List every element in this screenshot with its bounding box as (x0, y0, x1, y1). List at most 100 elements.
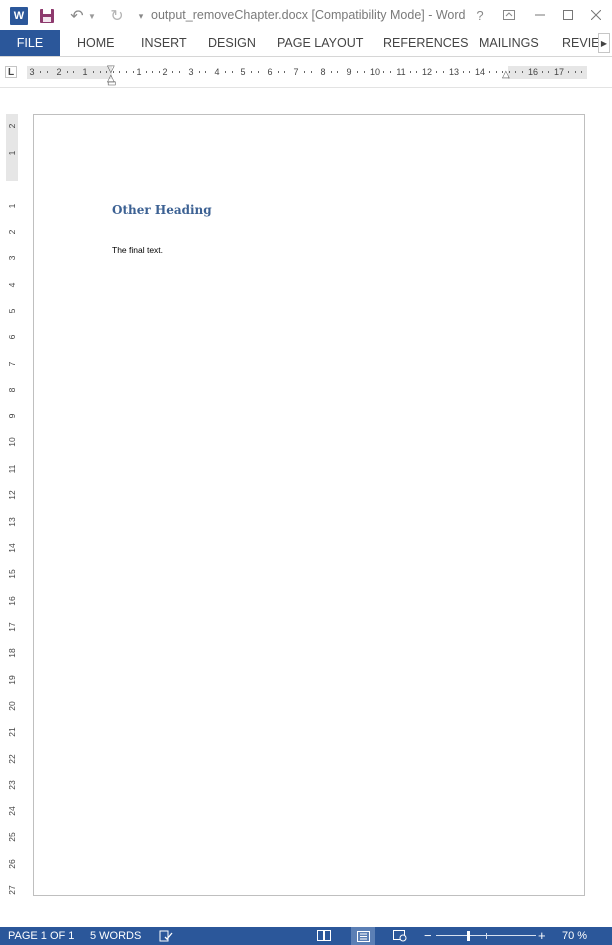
read-mode-icon[interactable] (317, 929, 331, 942)
ruler-tick (284, 71, 286, 73)
tab-file[interactable]: FILE (0, 30, 60, 56)
ruler-number: 10 (369, 67, 381, 77)
ruler-number: 1 (136, 67, 142, 77)
ruler-tick (363, 71, 365, 73)
ruler-number: 3 (7, 255, 17, 261)
redo-icon[interactable]: ↻ (108, 7, 126, 25)
proofing-icon[interactable] (159, 929, 173, 942)
ruler-tick (541, 71, 543, 73)
window-title: output_removeChapter.docx [Compatibility… (151, 8, 466, 22)
ruler-number: 22 (7, 754, 17, 764)
ruler-tick (93, 71, 94, 73)
help-button[interactable]: ? (470, 6, 490, 24)
close-icon[interactable] (586, 6, 606, 24)
undo-dropdown-icon[interactable]: ▼ (88, 7, 96, 25)
ruler-number: 23 (7, 780, 17, 790)
ruler-tick (119, 71, 121, 73)
ruler-tick (258, 71, 259, 73)
print-layout-icon[interactable] (351, 927, 375, 945)
ruler-number: 7 (7, 361, 17, 367)
right-indent-icon[interactable]: △ (502, 69, 510, 80)
ruler-number: 12 (7, 490, 17, 500)
ruler-number: 12 (421, 67, 433, 77)
document-body-text[interactable]: The final text. (112, 245, 163, 255)
ruler-tick (442, 71, 444, 73)
zoom-slider-thumb[interactable] (467, 931, 470, 941)
word-app-icon[interactable]: W (10, 7, 28, 25)
ruler-number: 16 (527, 67, 539, 77)
ruler-number: 26 (7, 859, 17, 869)
ruler-number: 14 (474, 67, 486, 77)
ruler-tick (159, 71, 160, 73)
ruler-tick (277, 71, 279, 73)
page-count[interactable]: PAGE 1 OF 1 (8, 930, 74, 942)
ruler-tick (390, 71, 391, 73)
ruler-tick (462, 71, 464, 73)
ruler-tick (436, 71, 438, 73)
ruler-number: 17 (7, 622, 17, 632)
zoom-level[interactable]: 70 % (562, 930, 587, 942)
zoom-in-button[interactable]: + (538, 928, 546, 943)
tab-references[interactable]: REFERENCES (383, 36, 468, 50)
ruler-tick (574, 71, 576, 73)
ruler-number: 2 (7, 229, 17, 235)
ruler-tick (126, 71, 127, 73)
ruler-tick (469, 71, 471, 73)
ruler-number: 11 (396, 67, 406, 77)
ruler-number: 3 (188, 67, 194, 77)
ruler-tick (225, 71, 226, 73)
tab-home[interactable]: HOME (77, 36, 115, 50)
ruler-number: 13 (7, 517, 17, 527)
zoom-out-button[interactable]: − (424, 928, 432, 943)
ruler-tick (522, 71, 523, 73)
tab-page-layout[interactable]: PAGE LAYOUT (277, 36, 363, 50)
save-icon[interactable] (38, 7, 56, 25)
ruler-number: 2 (162, 67, 168, 77)
ruler-tick (330, 71, 332, 73)
ruler-tick (205, 71, 207, 73)
web-layout-icon[interactable] (393, 929, 407, 942)
ruler-number: 17 (553, 67, 565, 77)
ruler-number: 16 (7, 596, 17, 606)
ruler-tick (409, 71, 411, 73)
tab-selector[interactable]: L (5, 66, 17, 78)
document-page[interactable]: Other Heading The final text. (33, 114, 585, 896)
customize-quick-access-icon[interactable]: ▾ (136, 7, 146, 25)
ruler-tick (66, 71, 68, 73)
ruler-tick (581, 71, 583, 73)
document-heading[interactable]: Other Heading (112, 203, 212, 217)
ruler-number: 14 (7, 543, 17, 553)
ruler-number: 9 (346, 67, 352, 77)
ruler-tick (99, 71, 101, 73)
ruler-tick (178, 71, 180, 73)
ruler-tick (40, 71, 42, 73)
ruler-number: 19 (7, 675, 17, 685)
ruler-number: 3 (29, 67, 35, 77)
ruler-tick (251, 71, 253, 73)
tab-insert[interactable]: INSERT (141, 36, 187, 50)
ribbon-scroll-right-icon[interactable]: ▶ (598, 33, 610, 53)
ruler-tick (46, 71, 48, 73)
ruler-tick (198, 71, 200, 73)
ruler-tick (337, 71, 339, 73)
word-count[interactable]: 5 WORDS (90, 930, 141, 942)
tab-mailings[interactable]: MAILINGS (479, 36, 539, 50)
ruler-tick (568, 71, 570, 73)
ribbon-display-options-icon[interactable] (499, 6, 519, 24)
vertical-ruler[interactable]: 2 1 1 2 3 4 5 6 7 8 9 10 11 12 13 14 15 16 17 18 19 20 21 22 23 2… (6, 114, 18, 898)
ruler-number: 2 (7, 123, 17, 129)
ruler-tick (132, 71, 134, 73)
maximize-icon[interactable] (558, 6, 578, 24)
tab-review[interactable]: REVIEW (562, 36, 598, 50)
ruler-number: 6 (267, 67, 273, 77)
ruler-tick (495, 71, 497, 73)
ruler-number: 9 (7, 413, 17, 419)
ruler-number: 4 (7, 282, 17, 288)
minimize-icon[interactable] (530, 6, 550, 24)
ruler-tick (357, 71, 358, 73)
ruler-number: 1 (7, 150, 17, 156)
tab-design[interactable]: DESIGN (208, 36, 256, 50)
undo-icon[interactable]: ↶ (68, 7, 86, 25)
ruler-tick (310, 71, 312, 73)
ruler-number: 2 (56, 67, 62, 77)
